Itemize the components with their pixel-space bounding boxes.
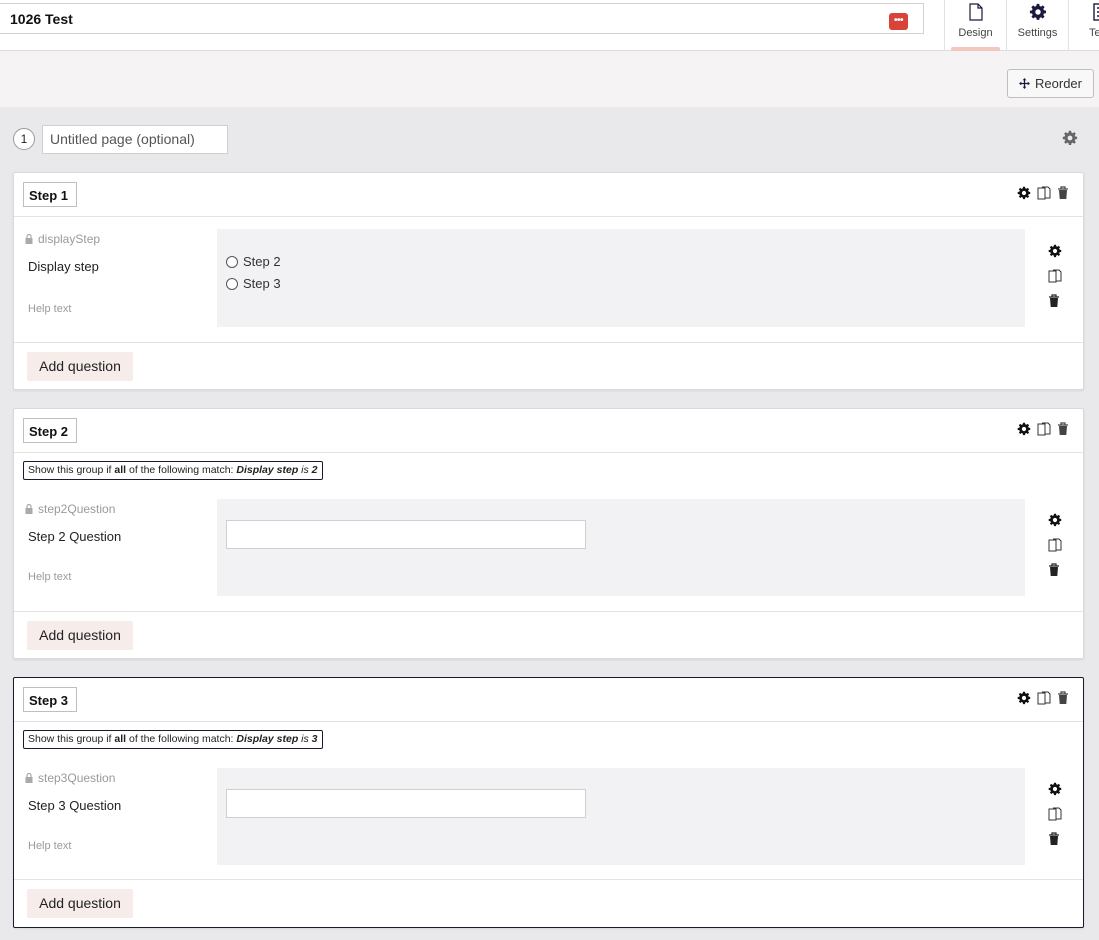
duplicate-icon[interactable] (1037, 186, 1051, 200)
tab-design[interactable]: Design (944, 0, 1006, 51)
question-label: Display step (28, 259, 99, 274)
question-key: step3Question (25, 771, 115, 785)
test-icon (1069, 3, 1099, 23)
question-key: step2Question (25, 502, 115, 516)
lock-icon (25, 504, 33, 514)
question-help-text: Help text (28, 571, 72, 583)
duplicate-icon[interactable] (1037, 422, 1051, 436)
page-title-input[interactable]: Untitled page (optional) (42, 125, 228, 154)
add-question-button[interactable]: Add question (27, 889, 133, 918)
move-icon (1019, 78, 1031, 89)
radio-option-step-3[interactable]: Step 3 (226, 276, 281, 291)
trash-icon[interactable] (1057, 691, 1069, 705)
question-displayStep[interactable]: displayStep Display step Help text Step … (14, 229, 1083, 329)
duplicate-icon[interactable] (1048, 538, 1062, 552)
duplicate-icon[interactable] (1048, 807, 1062, 821)
lock-icon (25, 773, 33, 783)
question-key: displayStep (25, 232, 100, 246)
add-question-button[interactable]: Add question (27, 352, 133, 381)
trash-icon[interactable] (1048, 294, 1062, 308)
question-label: Step 2 Question (28, 529, 122, 544)
gear-icon (1007, 3, 1068, 23)
group-header: Step 2 (14, 409, 1083, 453)
gear-icon[interactable] (1048, 244, 1062, 258)
trash-icon[interactable] (1048, 832, 1062, 846)
document-icon (945, 3, 1006, 23)
question-tools (1048, 782, 1062, 846)
group-footer: Add question (14, 611, 1083, 659)
question-label: Step 3 Question (28, 798, 122, 813)
tab-design-label: Design (958, 27, 993, 39)
group-footer: Add question (14, 879, 1083, 927)
question-tools (1048, 244, 1062, 308)
gear-icon[interactable] (1017, 186, 1031, 200)
page-settings-gear-icon[interactable] (1062, 130, 1078, 146)
radio-button[interactable] (226, 277, 238, 290)
more-options-button[interactable]: ••• (889, 13, 908, 30)
reorder-label: Reorder (1035, 76, 1082, 91)
question-step3Question[interactable]: step3Question Step 3 Question Help text (14, 768, 1083, 868)
radio-button[interactable] (226, 255, 238, 268)
designer-toolbar: Reorder (0, 51, 1099, 107)
question-preview (217, 499, 1025, 596)
trash-icon[interactable] (1048, 563, 1062, 577)
gear-icon[interactable] (1017, 422, 1031, 436)
view-tabs: Design Settings Test (944, 0, 1099, 51)
question-step2Question[interactable]: step2Question Step 2 Question Help text (14, 499, 1083, 599)
trash-icon[interactable] (1057, 186, 1069, 200)
gear-icon[interactable] (1017, 691, 1031, 705)
step-group-2[interactable]: Step 2 Show this group if all of the fol… (13, 408, 1084, 659)
step-group-1[interactable]: Step 1 displayStep Display step Help tex… (13, 172, 1084, 390)
group-name-input[interactable]: Step 2 (23, 418, 78, 443)
group-tools (1017, 691, 1069, 705)
group-tools (1017, 422, 1069, 436)
add-question-button[interactable]: Add question (27, 621, 133, 650)
question-help-text: Help text (28, 840, 72, 852)
trash-icon[interactable] (1057, 422, 1069, 436)
tab-test-label: Test (1089, 27, 1099, 39)
top-bar: 1026 Test ••• Design Settings Test (0, 0, 1099, 51)
lock-icon (25, 234, 33, 244)
reorder-button[interactable]: Reorder (1007, 69, 1094, 98)
question-help-text: Help text (28, 303, 72, 315)
tab-settings[interactable]: Settings (1006, 0, 1068, 51)
group-name-input[interactable]: Step 1 (23, 182, 78, 207)
question-preview (217, 768, 1025, 865)
gear-icon[interactable] (1048, 513, 1062, 527)
group-name-input[interactable]: Step 3 (23, 687, 78, 712)
tab-test[interactable]: Test (1068, 0, 1099, 51)
form-title: 1026 Test (10, 11, 73, 27)
group-header: Step 1 (14, 173, 1083, 217)
question-tools (1048, 513, 1062, 577)
step-group-3[interactable]: Step 3 Show this group if all of the fol… (13, 677, 1084, 928)
duplicate-icon[interactable] (1048, 269, 1062, 283)
text-input[interactable] (226, 789, 586, 818)
gear-icon[interactable] (1048, 782, 1062, 796)
duplicate-icon[interactable] (1037, 691, 1051, 705)
question-preview: Step 2 Step 3 (217, 229, 1025, 327)
group-header: Step 3 (14, 678, 1083, 722)
text-input[interactable] (226, 520, 586, 549)
radio-option-step-2[interactable]: Step 2 (226, 254, 281, 269)
tab-settings-label: Settings (1017, 27, 1058, 39)
group-footer: Add question (14, 342, 1083, 390)
page-number-badge: 1 (13, 128, 35, 150)
group-tools (1017, 186, 1069, 200)
form-title-input[interactable]: 1026 Test ••• (0, 3, 924, 34)
group-display-condition[interactable]: Show this group if all of the following … (23, 461, 323, 480)
group-display-condition[interactable]: Show this group if all of the following … (23, 730, 323, 749)
